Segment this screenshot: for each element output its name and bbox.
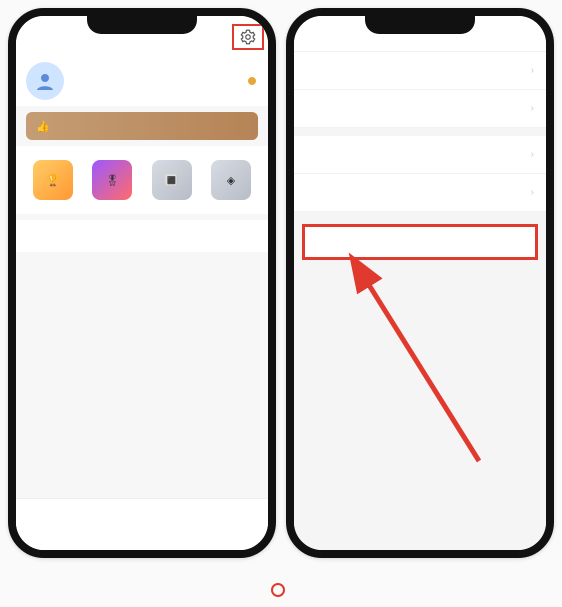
honor-badge[interactable]: 🎖 bbox=[85, 160, 139, 204]
notch bbox=[87, 16, 197, 34]
gem-icon: ◈ bbox=[211, 160, 251, 200]
thumbs-up-icon: 👍 bbox=[36, 120, 50, 133]
settings-row-help[interactable]: › bbox=[294, 136, 546, 174]
tab-bar bbox=[16, 498, 268, 550]
left-phone: 👍 🏆 🎖 🔳 ◈ bbox=[8, 8, 276, 558]
settings-row-about[interactable]: › bbox=[294, 174, 546, 212]
chevron-right-icon: › bbox=[531, 103, 534, 114]
trophy-icon: 🏆 bbox=[33, 160, 73, 200]
instruction-caption bbox=[0, 583, 562, 601]
chevron-right-icon: › bbox=[531, 65, 534, 76]
notch bbox=[365, 16, 475, 34]
realname-badge bbox=[248, 77, 258, 85]
settings-row-account-security[interactable]: › bbox=[294, 90, 546, 128]
annotation-arrow-icon bbox=[334, 246, 504, 476]
profile-block bbox=[16, 52, 268, 106]
verified-dot-icon bbox=[248, 77, 256, 85]
honor-badge[interactable]: 🔳 bbox=[145, 160, 199, 204]
avatar[interactable] bbox=[26, 62, 64, 100]
settings-button[interactable] bbox=[232, 24, 264, 50]
chevron-right-icon: › bbox=[531, 149, 534, 160]
member-card[interactable]: 👍 bbox=[26, 112, 258, 140]
right-phone: › › › › bbox=[286, 8, 554, 558]
medal-icon: 🎖 bbox=[92, 160, 132, 200]
honor-badge[interactable]: ◈ bbox=[204, 160, 258, 204]
circle-bullet-icon bbox=[271, 583, 285, 597]
logout-button[interactable] bbox=[302, 224, 538, 260]
settings-row-my-info[interactable]: › bbox=[294, 52, 546, 90]
profile-phone bbox=[72, 76, 240, 87]
person-icon bbox=[33, 69, 57, 93]
services-section bbox=[16, 220, 268, 252]
honor-badge[interactable]: 🏆 bbox=[26, 160, 80, 204]
honor-section: 🏆 🎖 🔳 ◈ bbox=[16, 146, 268, 214]
gear-icon bbox=[239, 28, 257, 46]
chevron-right-icon: › bbox=[531, 187, 534, 198]
shield-icon: 🔳 bbox=[152, 160, 192, 200]
